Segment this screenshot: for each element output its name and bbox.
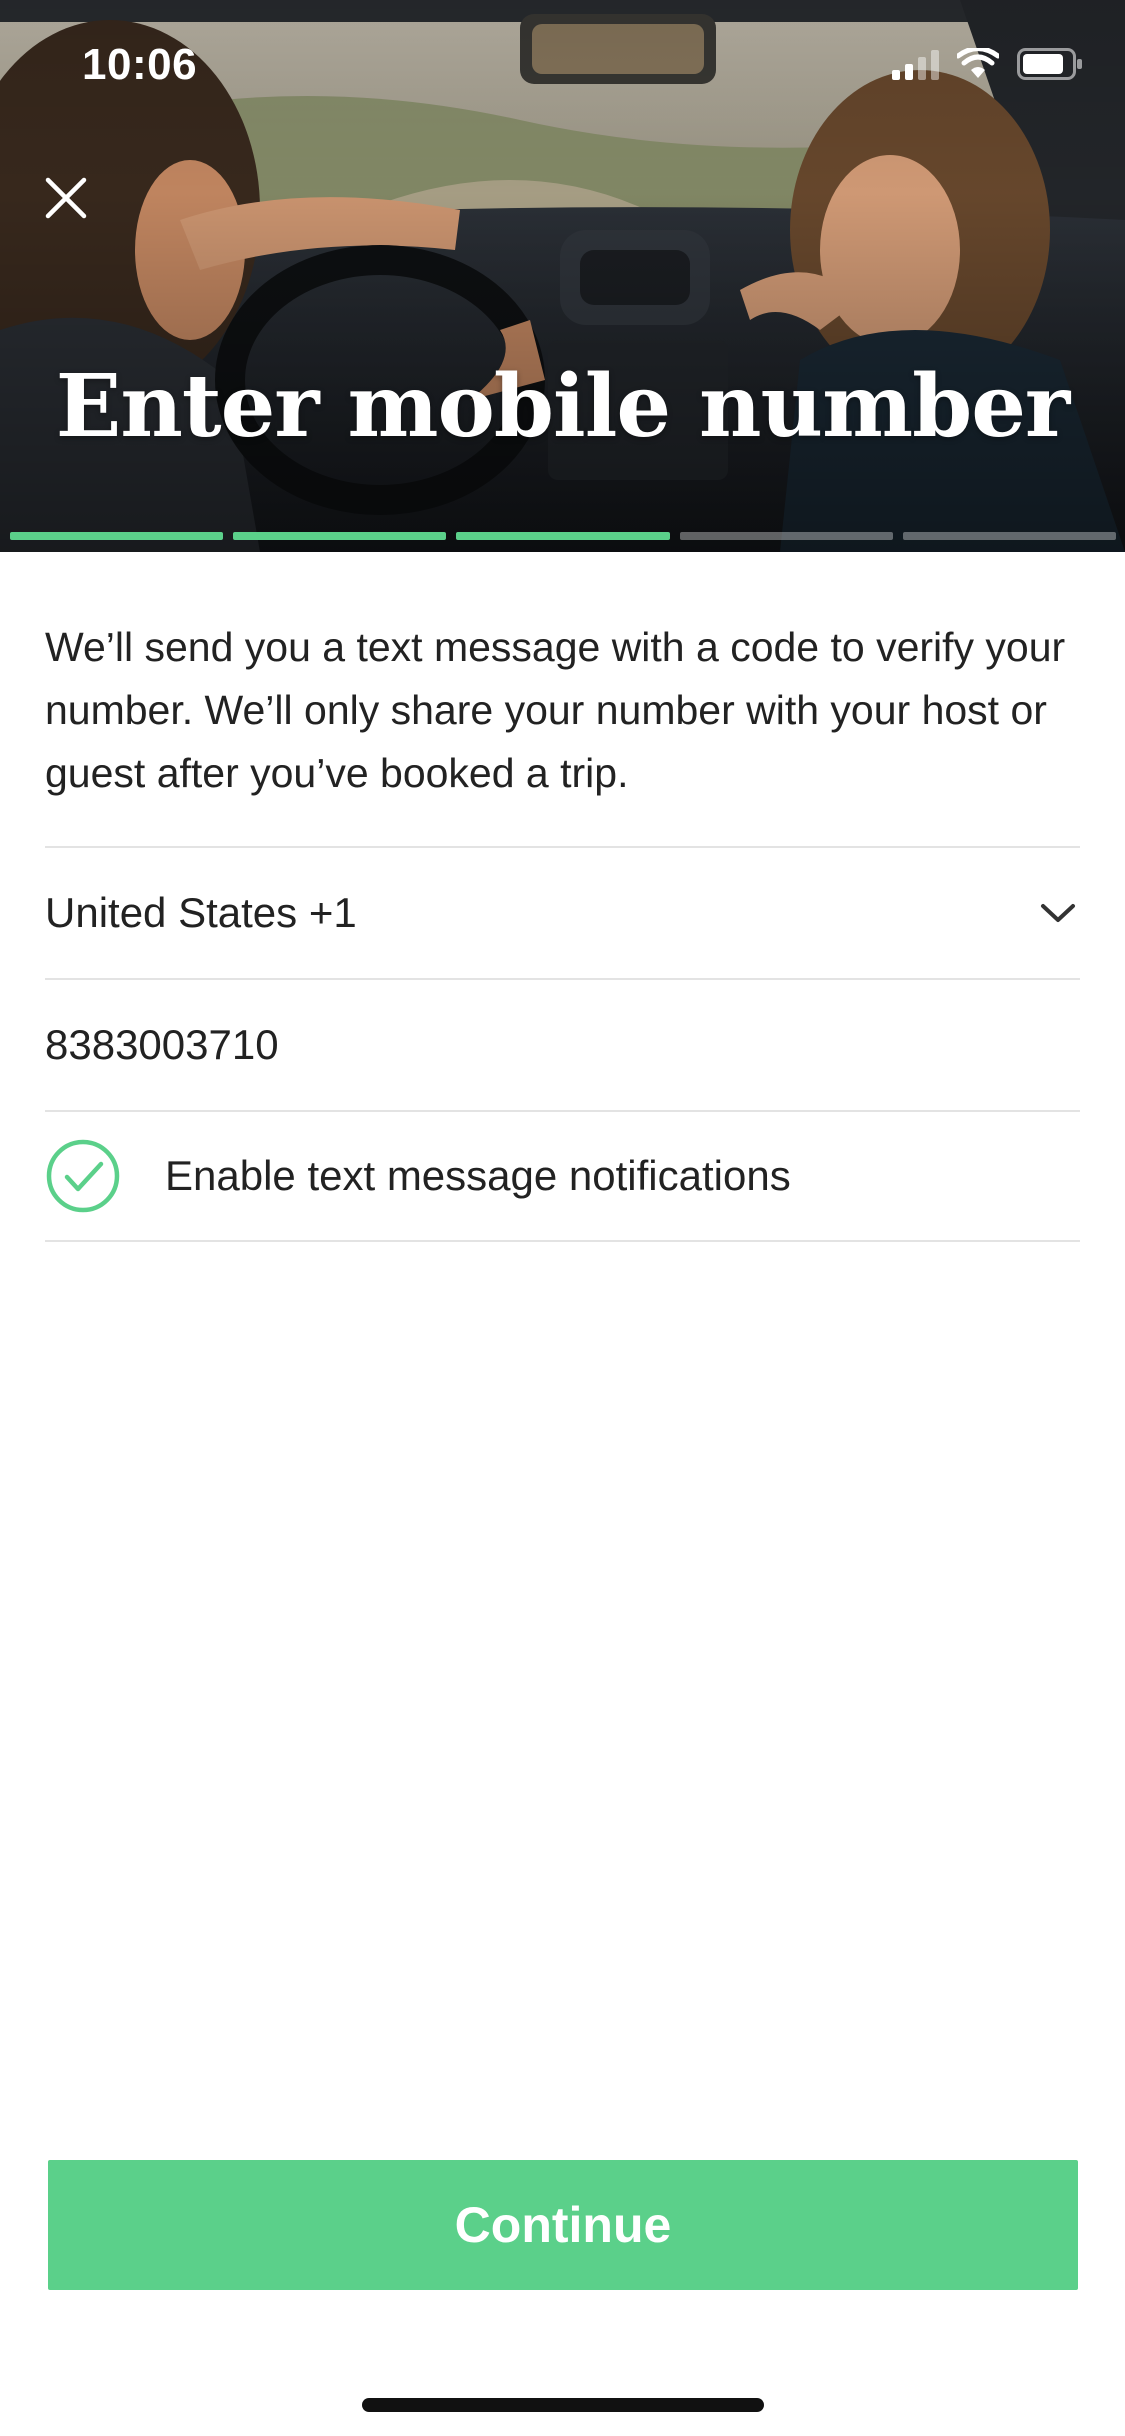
country-code-select[interactable]: United States +1 [45,846,1080,978]
continue-button[interactable]: Continue [48,2160,1078,2290]
checkmark-circle-icon [46,1139,120,1213]
close-button[interactable] [40,172,92,224]
wifi-icon [957,48,999,78]
text-notifications-toggle[interactable]: Enable text message notifications [45,1110,1080,1242]
country-code-value: United States +1 [45,889,357,936]
page-title: Enter mobile number [55,356,1070,457]
chevron-down-icon [1041,904,1075,922]
progress-segment [233,532,447,540]
phone-number-input[interactable] [45,1021,945,1069]
cellular-signal-icon [892,48,939,80]
close-icon [45,177,87,219]
status-icons [892,48,1083,80]
progress-segment [679,532,893,540]
phone-number-row [45,978,1080,1110]
status-time: 10:06 [82,40,198,89]
progress-segment [10,532,224,540]
battery-icon [1017,48,1082,80]
home-indicator [362,2398,764,2412]
intro-text: We’ll send you a text message with a cod… [45,624,1066,796]
progress-segment [902,532,1117,540]
text-notifications-label: Enable text message notifications [165,1152,791,1199]
progress-segment [456,532,670,540]
step-progress-bar [10,532,1117,540]
header-hero: 10:06 Enter mobile number [0,0,1125,552]
